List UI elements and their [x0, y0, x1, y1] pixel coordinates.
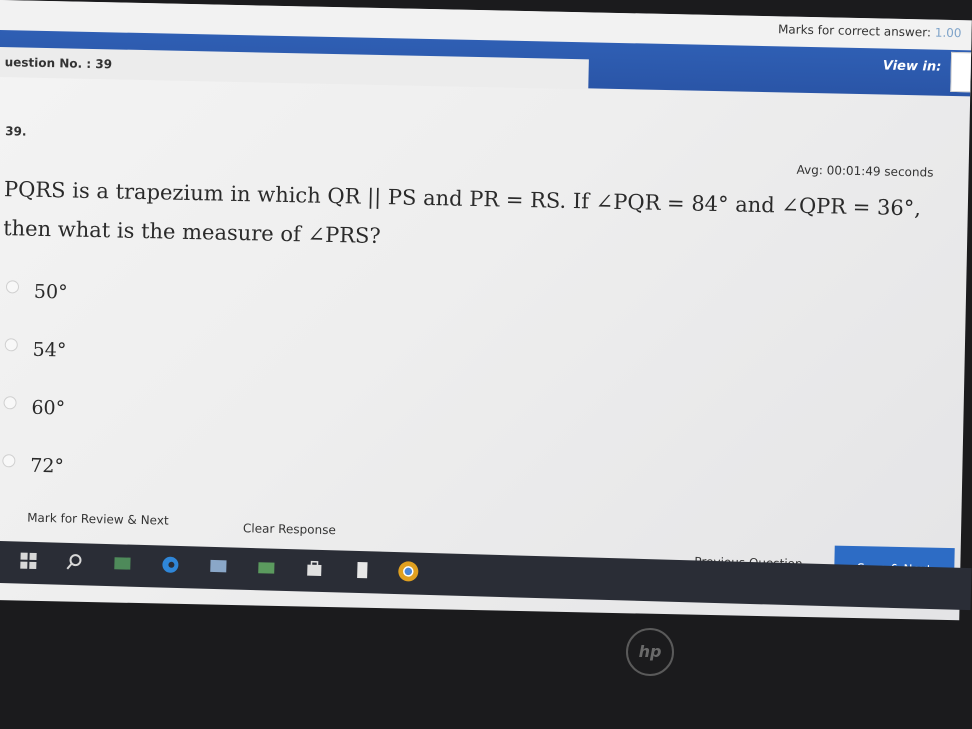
language-select[interactable] [950, 51, 972, 93]
question-number-label: uestion No. : 39 [4, 55, 113, 72]
explorer-icon[interactable] [209, 557, 227, 575]
task-view-icon[interactable] [113, 554, 131, 572]
chrome-icon[interactable] [397, 560, 420, 583]
folder-icon[interactable] [257, 558, 275, 576]
search-icon[interactable] [65, 553, 83, 571]
monitor-screen: Marks for correct answer: 1.00 View in: … [0, 0, 972, 621]
marks-value: 1.00 [934, 25, 962, 41]
option-label: 50° [33, 280, 68, 304]
bookmark-icon[interactable] [353, 561, 371, 579]
radio-icon[interactable] [5, 280, 20, 294]
option-1[interactable]: 50° [5, 278, 68, 306]
edge-icon[interactable] [161, 556, 179, 574]
marks-label: Marks for correct answer: [777, 22, 932, 40]
average-time: Avg: 00:01:49 seconds [796, 162, 934, 180]
radio-icon[interactable] [2, 454, 16, 468]
option-2[interactable]: 54° [4, 336, 67, 364]
option-label: 54° [32, 338, 67, 362]
option-label: 60° [31, 396, 66, 420]
windows-start-icon[interactable] [19, 552, 37, 570]
question-text: PQRS is a trapezium in which QR || PS an… [3, 170, 954, 268]
mark-review-button[interactable]: Mark for Review & Next [27, 511, 169, 528]
question-index: 39. [5, 124, 27, 139]
radio-icon[interactable] [3, 396, 17, 410]
option-4[interactable]: 72° [2, 452, 64, 480]
view-in-label: View in: [882, 58, 942, 75]
clear-response-button[interactable]: Clear Response [243, 521, 336, 537]
option-3[interactable]: 60° [3, 394, 65, 422]
hp-logo-icon: hp [626, 628, 674, 676]
option-label: 72° [30, 454, 65, 478]
marks-info: Marks for correct answer: 1.00 [778, 22, 962, 40]
radio-icon[interactable] [4, 338, 18, 352]
store-icon[interactable] [305, 560, 323, 578]
